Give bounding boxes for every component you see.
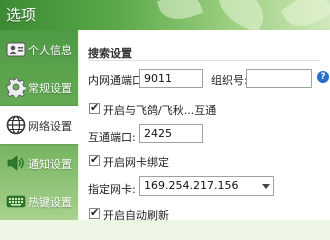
auto-refresh-label: 开启自动刷新	[103, 209, 169, 222]
sidebar: 个人信息 常规设置 网络设置 通知设置 热键设置	[0, 30, 80, 220]
feige-checkbox[interactable]: ✔	[89, 101, 100, 114]
lan-port-label: 内网通端口:	[88, 74, 147, 87]
auto-refresh-checkbox[interactable]: ✔	[89, 206, 100, 219]
leaf-decoration	[210, 0, 272, 30]
bind-nic-label: 开启网卡绑定	[103, 156, 169, 169]
interop-port-input[interactable]	[139, 124, 203, 143]
sidebar-item-label: 热键设置	[28, 196, 72, 209]
nic-label: 指定网卡:	[88, 183, 136, 196]
keyboard-icon	[6, 195, 26, 208]
window-title: 选项	[6, 6, 37, 24]
feige-checkbox-label: 开启与飞鸽/飞秋...互通	[103, 104, 217, 117]
speaker-icon	[7, 155, 24, 171]
sidebar-item-notify[interactable]: 通知设置	[0, 144, 78, 182]
bind-nic-checkbox[interactable]: ✔	[89, 153, 100, 166]
group-label: 组织号:	[211, 74, 248, 87]
chevron-down-icon	[262, 184, 270, 189]
sidebar-item-label: 网络设置	[28, 120, 72, 133]
check-mark-icon: ✔	[90, 101, 100, 114]
nic-select-value: 169.254.217.156	[144, 179, 239, 192]
sidebar-item-hotkey[interactable]: 热键设置	[0, 182, 78, 220]
sidebar-item-label: 通知设置	[28, 158, 72, 171]
gear-icon	[6, 77, 26, 97]
check-mark-icon: ✔	[90, 206, 100, 219]
check-mark-icon: ✔	[90, 153, 100, 166]
sidebar-item-label: 常规设置	[28, 82, 72, 95]
globe-icon	[6, 115, 26, 135]
title-bar[interactable]: 选项	[0, 0, 330, 30]
id-card-icon	[6, 42, 26, 57]
sidebar-item-profile[interactable]: 个人信息	[0, 30, 78, 68]
leaf-decoration	[280, 0, 330, 30]
sidebar-item-network[interactable]: 网络设置	[0, 106, 80, 144]
lan-port-input[interactable]	[139, 69, 203, 88]
help-icon[interactable]: ?	[317, 71, 329, 83]
interop-port-label: 互通端口:	[88, 131, 136, 144]
section-divider	[88, 60, 320, 61]
group-input[interactable]	[246, 69, 312, 88]
sidebar-item-general[interactable]: 常规设置	[0, 68, 78, 106]
leaf-decoration	[156, 0, 204, 27]
nic-select[interactable]: 169.254.217.156	[139, 176, 274, 196]
settings-panel: 搜索设置 内网通端口: 组织号: ✔ 开启与飞鸽/飞秋...互通 互通端口: ✔…	[79, 30, 330, 222]
section-title: 搜索设置	[88, 47, 132, 60]
sidebar-item-label: 个人信息	[28, 44, 72, 57]
